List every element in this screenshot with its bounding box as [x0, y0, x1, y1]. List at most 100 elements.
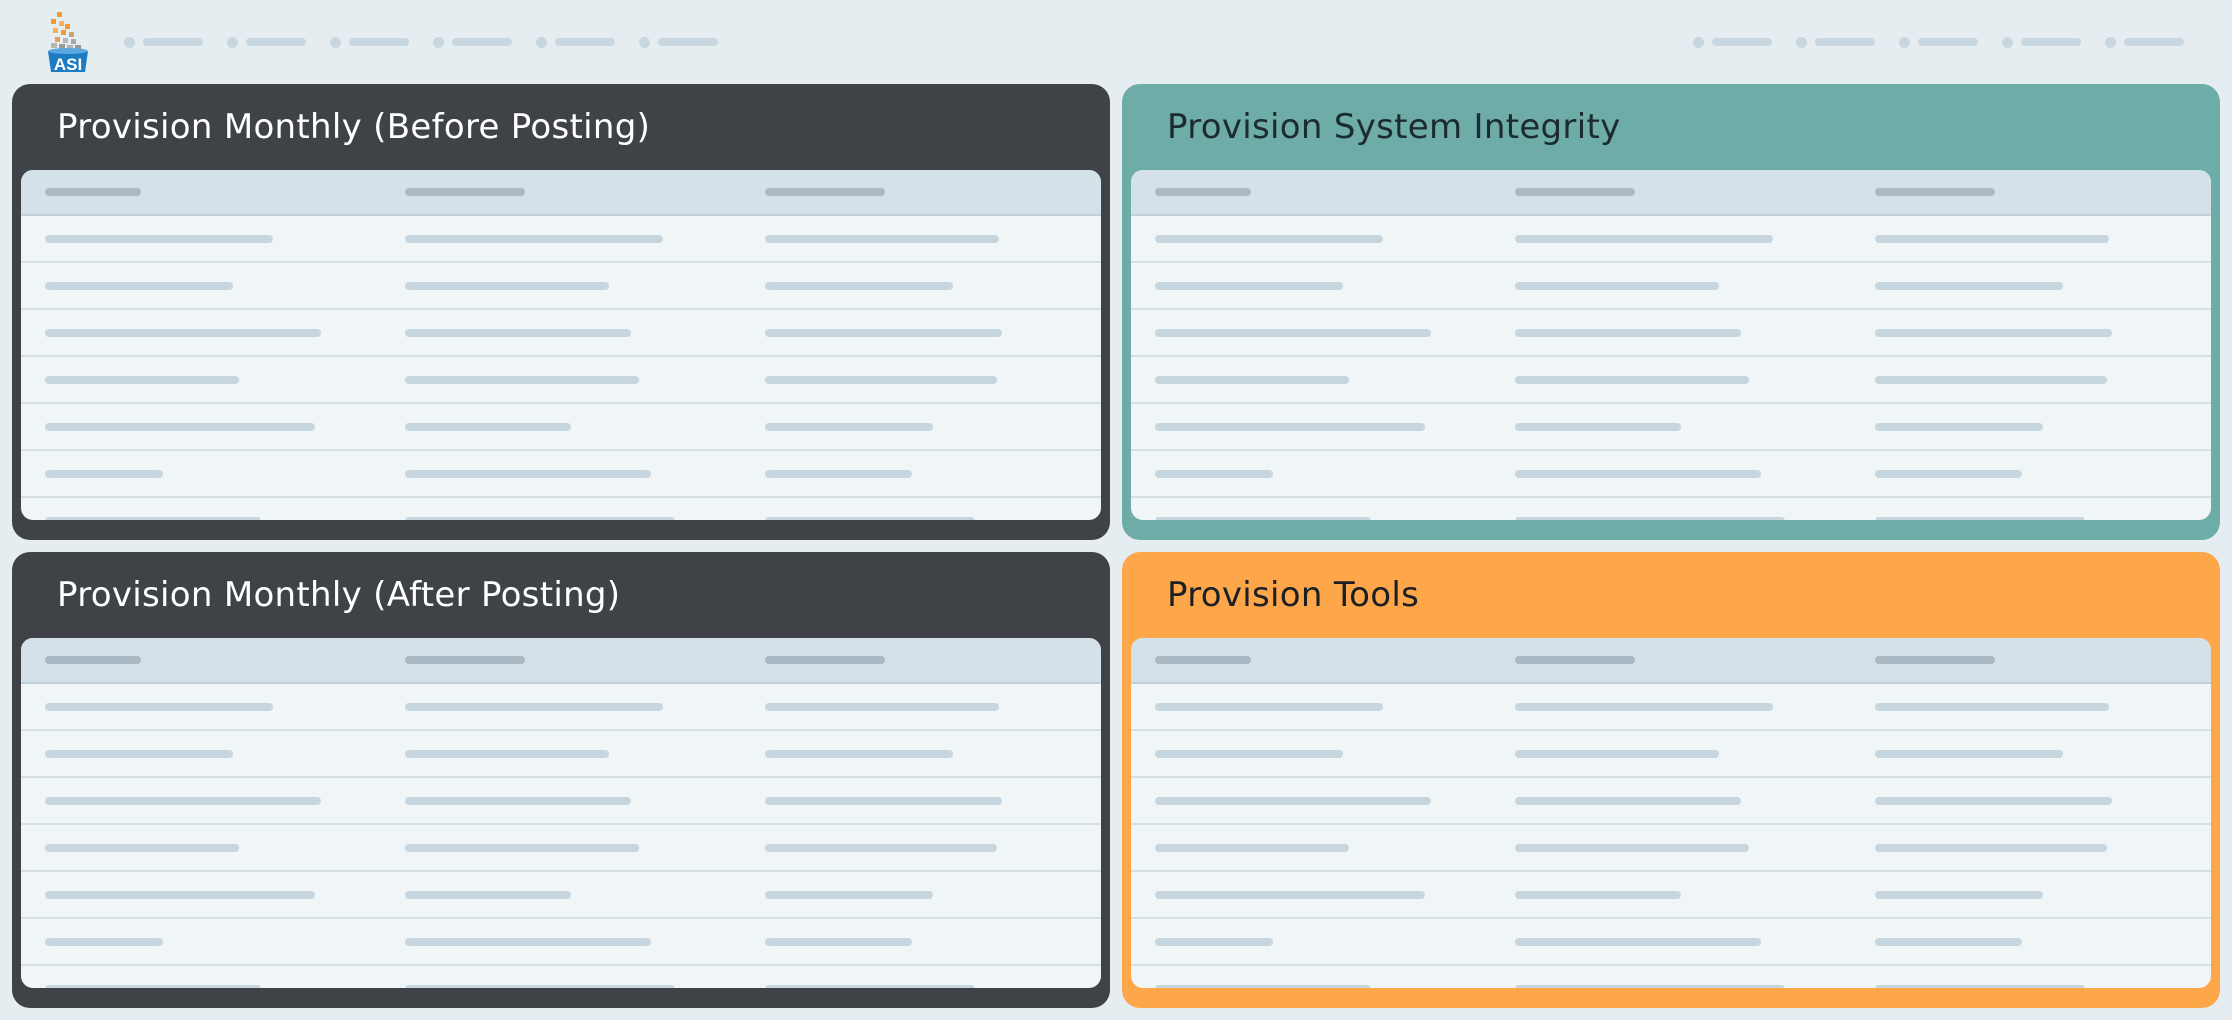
column-header-placeholder[interactable]	[765, 656, 885, 664]
nav-dot-icon	[536, 36, 547, 48]
nav-dot-icon	[2002, 36, 2013, 48]
table-row[interactable]	[1131, 310, 2211, 357]
table-row[interactable]	[1131, 825, 2211, 872]
table-row[interactable]	[21, 404, 1101, 451]
table-row[interactable]	[1131, 404, 2211, 451]
cell-placeholder	[405, 891, 571, 899]
column-header-placeholder[interactable]	[405, 656, 525, 664]
nav-dot-icon	[124, 36, 135, 48]
table-row[interactable]	[21, 778, 1101, 825]
cell-placeholder	[765, 750, 953, 758]
cell-placeholder	[405, 797, 631, 805]
table-row[interactable]	[21, 357, 1101, 404]
table-row[interactable]	[21, 498, 1101, 520]
nav-dot-icon	[2105, 36, 2116, 48]
table-row[interactable]	[21, 919, 1101, 966]
panel-title[interactable]: Provision Tools	[1131, 552, 2211, 638]
cell-placeholder	[1515, 891, 1681, 899]
table-row[interactable]	[21, 684, 1101, 731]
cell-placeholder	[45, 423, 315, 431]
table-row[interactable]	[1131, 778, 2211, 825]
table-row[interactable]	[1131, 872, 2211, 919]
table-header	[1131, 638, 2211, 684]
cell-placeholder	[1875, 938, 2022, 946]
cell-placeholder	[1875, 282, 2063, 290]
nav-label-placeholder	[246, 38, 306, 46]
column-header-placeholder[interactable]	[765, 188, 885, 196]
cell-placeholder	[1875, 750, 2063, 758]
column-header-placeholder[interactable]	[1155, 656, 1251, 664]
cell-placeholder	[1515, 329, 1741, 337]
cell-placeholder	[1155, 235, 1383, 243]
column-header-placeholder[interactable]	[1155, 188, 1251, 196]
nav-item[interactable]	[2002, 36, 2081, 48]
table-row[interactable]	[21, 872, 1101, 919]
nav-label-placeholder	[2021, 38, 2081, 46]
table-row[interactable]	[1131, 684, 2211, 731]
column-header-placeholder[interactable]	[45, 188, 141, 196]
table-row[interactable]	[21, 263, 1101, 310]
table-row[interactable]	[1131, 966, 2211, 988]
nav-item[interactable]	[639, 36, 718, 48]
cell-placeholder	[1515, 750, 1719, 758]
table-row[interactable]	[21, 966, 1101, 988]
table-row[interactable]	[1131, 919, 2211, 966]
table-row[interactable]	[21, 731, 1101, 778]
cell-placeholder	[1515, 470, 1761, 478]
cell-placeholder	[765, 376, 997, 384]
nav-item[interactable]	[1796, 36, 1875, 48]
cell-placeholder	[45, 376, 239, 384]
cell-placeholder	[1515, 985, 1785, 988]
cell-placeholder	[405, 423, 571, 431]
cell-placeholder	[405, 985, 675, 988]
table-row[interactable]	[1131, 498, 2211, 520]
nav-item[interactable]	[227, 36, 306, 48]
table-row[interactable]	[21, 825, 1101, 872]
nav-label-placeholder	[452, 38, 512, 46]
column-header-placeholder[interactable]	[1875, 656, 1995, 664]
cell-placeholder	[765, 891, 933, 899]
table-row[interactable]	[1131, 216, 2211, 263]
nav-item[interactable]	[1693, 36, 1772, 48]
table-row[interactable]	[1131, 451, 2211, 498]
panel-title[interactable]: Provision Monthly (After Posting)	[21, 552, 1101, 638]
nav-right	[1669, 34, 2184, 50]
table-row[interactable]	[21, 310, 1101, 357]
panel-monthly-before: Provision Monthly (Before Posting)	[12, 84, 1110, 540]
panel-title[interactable]: Provision System Integrity	[1131, 84, 2211, 170]
cell-placeholder	[45, 329, 321, 337]
nav-label-placeholder	[658, 38, 718, 46]
column-header-placeholder[interactable]	[1875, 188, 1995, 196]
nav-dot-icon	[433, 36, 444, 48]
table-row[interactable]	[1131, 357, 2211, 404]
nav-item[interactable]	[2105, 36, 2184, 48]
cell-placeholder	[1515, 282, 1719, 290]
cell-placeholder	[1875, 517, 2085, 520]
column-header-placeholder[interactable]	[405, 188, 525, 196]
cell-placeholder	[1155, 470, 1273, 478]
table-row[interactable]	[1131, 263, 2211, 310]
cell-placeholder	[405, 376, 639, 384]
cell-placeholder	[45, 750, 233, 758]
table-row[interactable]	[21, 216, 1101, 263]
cell-placeholder	[1155, 329, 1431, 337]
cell-placeholder	[1515, 376, 1749, 384]
column-header-placeholder[interactable]	[1515, 188, 1635, 196]
table-row[interactable]	[21, 451, 1101, 498]
nav-item[interactable]	[1899, 36, 1978, 48]
column-header-placeholder[interactable]	[45, 656, 141, 664]
cell-placeholder	[1155, 282, 1343, 290]
column-header-placeholder[interactable]	[1515, 656, 1635, 664]
cell-placeholder	[1515, 797, 1741, 805]
nav-item[interactable]	[433, 36, 512, 48]
nav-item[interactable]	[330, 36, 409, 48]
panel-title[interactable]: Provision Monthly (Before Posting)	[21, 84, 1101, 170]
cell-placeholder	[405, 235, 663, 243]
cell-placeholder	[765, 517, 975, 520]
cell-placeholder	[405, 329, 631, 337]
asi-logo[interactable]: ASI	[44, 10, 92, 74]
nav-item[interactable]	[124, 36, 203, 48]
table-header	[21, 638, 1101, 684]
table-row[interactable]	[1131, 731, 2211, 778]
nav-item[interactable]	[536, 36, 615, 48]
